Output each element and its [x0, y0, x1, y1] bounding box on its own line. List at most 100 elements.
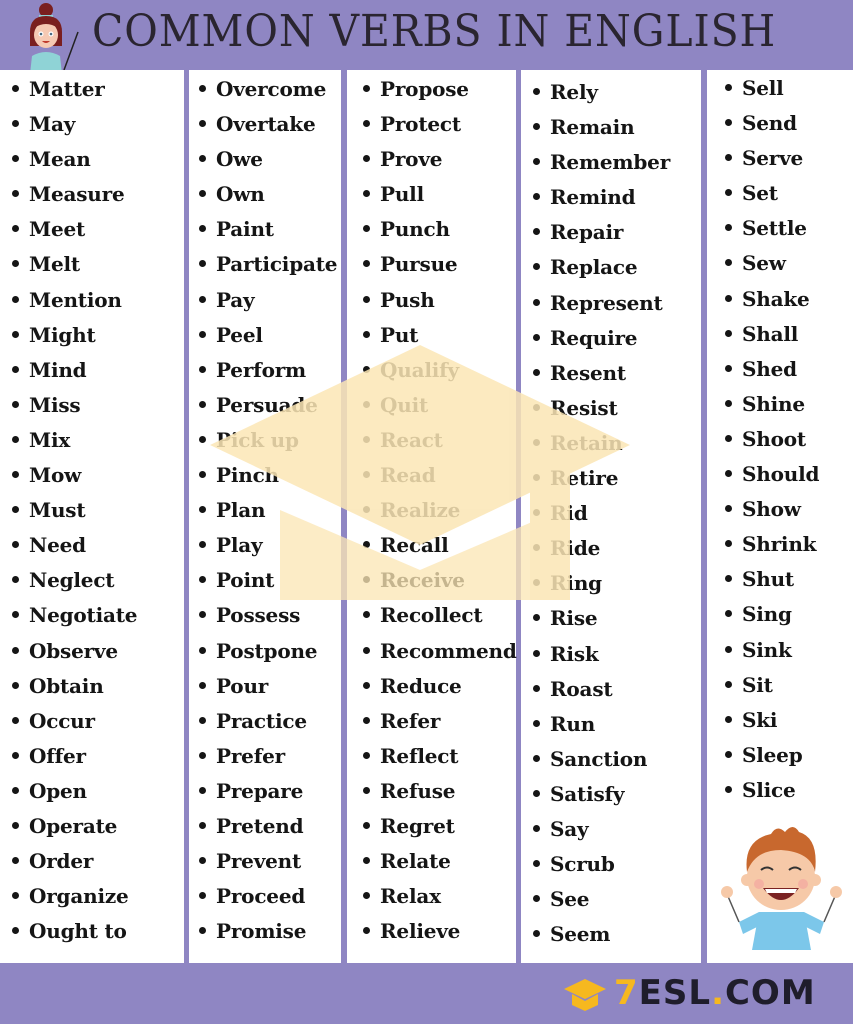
- verb-item: Protect: [363, 107, 516, 142]
- verb-item: Sell: [725, 71, 853, 106]
- verb-label: Prepare: [216, 778, 304, 803]
- verb-label: Prefer: [216, 743, 285, 768]
- verb-item: Perform: [199, 353, 341, 388]
- verb-label: Sing: [742, 602, 792, 627]
- bullet-icon: [533, 789, 540, 797]
- verb-item: Pretend: [199, 809, 341, 844]
- verb-label: Propose: [380, 77, 469, 101]
- verb-item: Recall: [363, 528, 516, 563]
- verb-item: Sanction: [533, 742, 701, 777]
- verb-item: Shut: [725, 562, 853, 597]
- verb-item: Owe: [199, 142, 341, 177]
- bullet-icon: [533, 509, 540, 517]
- verb-item: Participate: [199, 247, 341, 282]
- verb-item: Proceed: [199, 879, 341, 914]
- verb-item: Plan: [199, 493, 341, 528]
- verb-label: Serve: [742, 146, 804, 171]
- teacher-illustration-icon: [30, 3, 79, 74]
- verb-item: Offer: [12, 739, 184, 774]
- bullet-icon: [533, 228, 540, 236]
- bullet-icon: [363, 786, 370, 794]
- verb-label: Own: [216, 182, 265, 207]
- verb-item: Receive: [363, 563, 516, 598]
- verb-label: Overtake: [216, 112, 316, 137]
- bullet-icon: [363, 190, 370, 198]
- bullet-icon: [12, 330, 19, 338]
- brand-logo[interactable]: 7ESL.COM: [562, 971, 816, 1015]
- bullet-icon: [12, 225, 19, 233]
- verb-label: Remember: [550, 150, 671, 175]
- verb-item: Refuse: [363, 774, 516, 809]
- bullet-icon: [12, 611, 19, 619]
- bullet-icon: [725, 259, 732, 267]
- bullet-icon: [363, 751, 370, 759]
- verb-column-2: Overcome Overtake Owe Own Paint Participate Pa…: [189, 70, 341, 963]
- bullet-icon: [533, 368, 540, 376]
- bullet-icon: [363, 85, 370, 92]
- bullet-icon: [12, 155, 19, 163]
- verb-label: Open: [29, 778, 87, 803]
- verb-label: Plan: [216, 498, 266, 523]
- verb-item: Need: [12, 528, 184, 563]
- logo-text: 7ESL.COM: [614, 973, 816, 1013]
- bullet-icon: [363, 225, 370, 233]
- verb-label: Read: [380, 463, 436, 488]
- verb-label: Perform: [216, 357, 307, 382]
- verb-label: Ski: [742, 707, 778, 732]
- verb-label: Overcome: [216, 77, 327, 101]
- verb-label: Pinch: [216, 463, 279, 488]
- verb-item: Negotiate: [12, 598, 184, 633]
- verb-item: Refer: [363, 704, 516, 739]
- verb-label: Shake: [742, 286, 810, 311]
- verb-label: Put: [380, 322, 419, 347]
- verb-label: Mean: [29, 147, 91, 172]
- verb-label: Reflect: [380, 743, 459, 768]
- verb-item: Order: [12, 844, 184, 879]
- verb-label: Matter: [29, 77, 105, 101]
- verb-label: Require: [550, 325, 638, 350]
- verb-label: Quit: [380, 392, 428, 417]
- verb-label: React: [380, 427, 443, 452]
- bullet-icon: [12, 400, 19, 408]
- verb-item: Ride: [533, 531, 701, 566]
- bullet-icon: [533, 123, 540, 131]
- bullet-icon: [533, 438, 540, 446]
- verb-item: Mind: [12, 353, 184, 388]
- bullet-icon: [363, 120, 370, 128]
- verb-item: Relate: [363, 844, 516, 879]
- verb-label: Should: [742, 462, 820, 487]
- verb-item: Set: [725, 176, 853, 211]
- bullet-icon: [199, 857, 206, 865]
- verb-item: Organize: [12, 879, 184, 914]
- verb-item: Regret: [363, 809, 516, 844]
- verb-label: Refer: [380, 708, 441, 733]
- verb-item: Matter: [12, 72, 184, 107]
- verb-label: Receive: [380, 568, 465, 593]
- verb-item: Melt: [12, 247, 184, 282]
- verb-item: Pull: [363, 177, 516, 212]
- bullet-icon: [725, 329, 732, 337]
- bullet-icon: [12, 786, 19, 794]
- verb-item: Prove: [363, 142, 516, 177]
- verb-item: Open: [12, 774, 184, 809]
- verb-item: Mow: [12, 458, 184, 493]
- verb-item: Measure: [12, 177, 184, 212]
- verb-item: Slice: [725, 773, 853, 808]
- happy-boy-illustration-icon: [721, 827, 842, 950]
- verb-label: Recommend: [380, 638, 517, 663]
- verb-column-1: Matter May Mean Measure Meet Melt Mention Might…: [0, 70, 184, 963]
- verb-label: Rely: [550, 80, 598, 104]
- verb-item: Mention: [12, 283, 184, 318]
- bullet-icon: [363, 576, 370, 584]
- verb-item: May: [12, 107, 184, 142]
- bullet-icon: [533, 193, 540, 201]
- verb-item: Shake: [725, 282, 853, 317]
- verb-label: Recollect: [380, 603, 483, 628]
- logo-dot: .: [711, 973, 725, 1013]
- verb-label: Need: [29, 533, 86, 558]
- verb-item: Postpone: [199, 634, 341, 669]
- verb-item: Miss: [12, 388, 184, 423]
- verb-item: Pour: [199, 669, 341, 704]
- verb-label: Rise: [550, 606, 598, 631]
- verb-label: Retire: [550, 466, 619, 491]
